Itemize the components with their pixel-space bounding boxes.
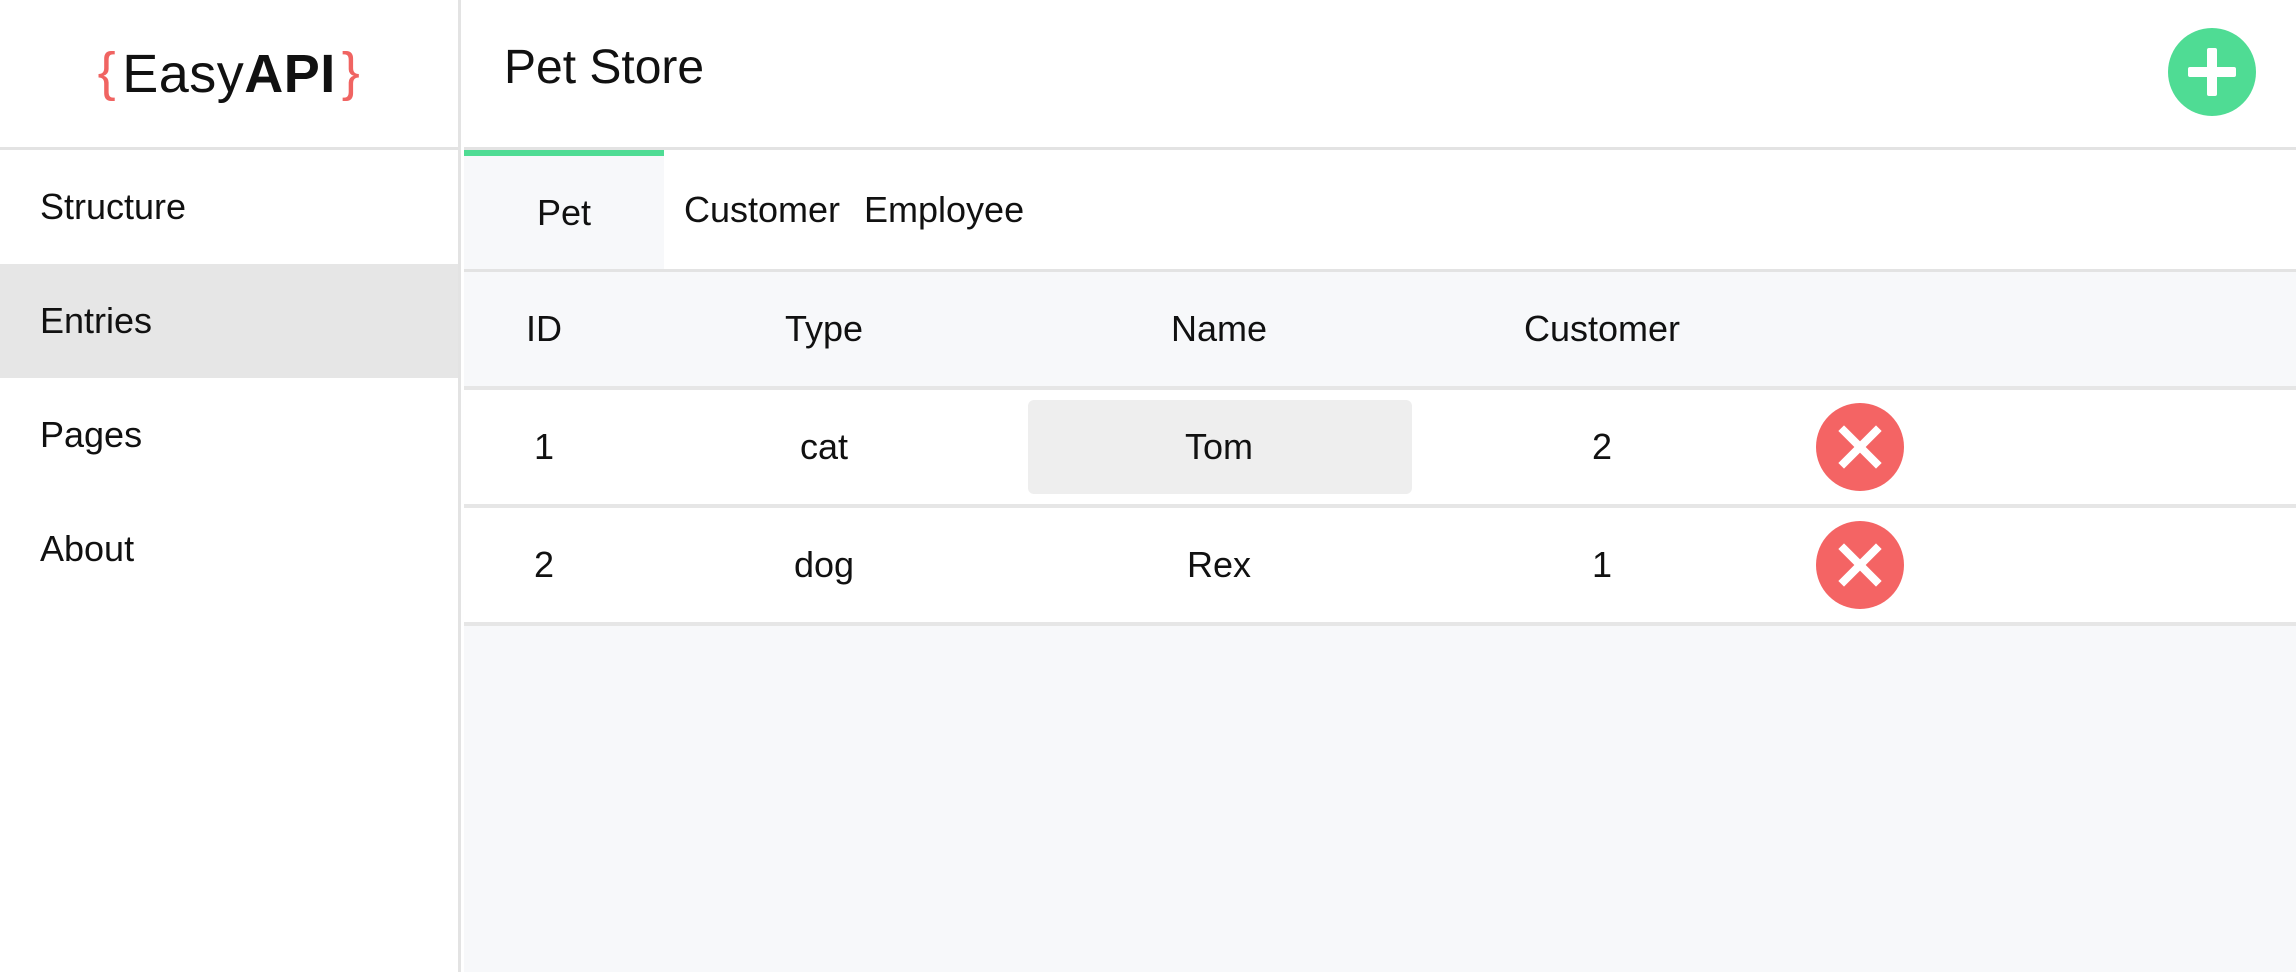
cell-type[interactable]: dog bbox=[794, 544, 854, 586]
cell-customer[interactable]: 2 bbox=[1592, 426, 1612, 468]
cell-id[interactable]: 1 bbox=[534, 426, 554, 468]
column-header-name: Name bbox=[1170, 308, 1268, 349]
sidebar-item-label: About bbox=[40, 528, 135, 569]
close-icon bbox=[1838, 425, 1882, 469]
sidebar-item-label: Pages bbox=[40, 414, 143, 455]
page-title: Pet Store bbox=[504, 41, 705, 94]
plus-icon bbox=[2188, 48, 2236, 96]
sidebar-item-structure[interactable]: Structure bbox=[0, 150, 458, 264]
column-header-type: Type bbox=[784, 308, 864, 349]
cell-id[interactable]: 2 bbox=[534, 544, 554, 586]
tab-label: Employee bbox=[864, 188, 1025, 230]
delete-row-button[interactable] bbox=[1816, 521, 1904, 609]
cell-name[interactable]: Tom bbox=[1185, 426, 1253, 468]
delete-row-button[interactable] bbox=[1816, 403, 1904, 491]
sidebar-item-label: Entries bbox=[40, 300, 153, 341]
sidebar-item-pages[interactable]: Pages bbox=[0, 378, 458, 492]
main-panel: Pet Store Pet Customer Employee ID Type … bbox=[464, 0, 2296, 972]
close-icon bbox=[1838, 543, 1882, 587]
cell-type[interactable]: cat bbox=[800, 426, 848, 468]
column-header-id: ID bbox=[526, 308, 562, 349]
sidebar: { Easy API } Structure Entries Pages Abo… bbox=[0, 0, 461, 972]
sidebar-item-entries[interactable]: Entries bbox=[0, 264, 458, 378]
sidebar-item-about[interactable]: About bbox=[0, 492, 458, 606]
tab-pet[interactable]: Pet bbox=[464, 150, 664, 269]
table-row: 1 cat Tom 2 bbox=[464, 390, 2296, 508]
logo-open-brace: { bbox=[97, 41, 117, 102]
cell-name[interactable]: Rex bbox=[1187, 544, 1251, 586]
column-header-customer: Customer bbox=[1523, 308, 1681, 349]
top-bar: Pet Store bbox=[464, 0, 2296, 150]
app-logo[interactable]: { Easy API } bbox=[0, 0, 458, 150]
logo-easy-text: Easy bbox=[122, 43, 245, 104]
tab-label: Pet bbox=[536, 191, 592, 233]
cell-customer[interactable]: 1 bbox=[1592, 544, 1612, 586]
entries-table: ID Type Name Customer 1 cat Tom 2 2 dog … bbox=[464, 272, 2296, 626]
table-header-row: ID Type Name Customer bbox=[464, 272, 2296, 390]
table-row: 2 dog Rex 1 bbox=[464, 508, 2296, 626]
logo-api-text: API bbox=[244, 43, 336, 104]
tab-label: Customer bbox=[684, 188, 841, 230]
sidebar-item-label: Structure bbox=[40, 186, 187, 227]
logo-close-brace: } bbox=[341, 41, 361, 102]
add-entry-button[interactable] bbox=[2168, 28, 2256, 116]
tab-customer[interactable]: Customer bbox=[664, 150, 864, 269]
tab-bar: Pet Customer Employee bbox=[464, 150, 2296, 272]
tab-employee[interactable]: Employee bbox=[864, 150, 1044, 269]
